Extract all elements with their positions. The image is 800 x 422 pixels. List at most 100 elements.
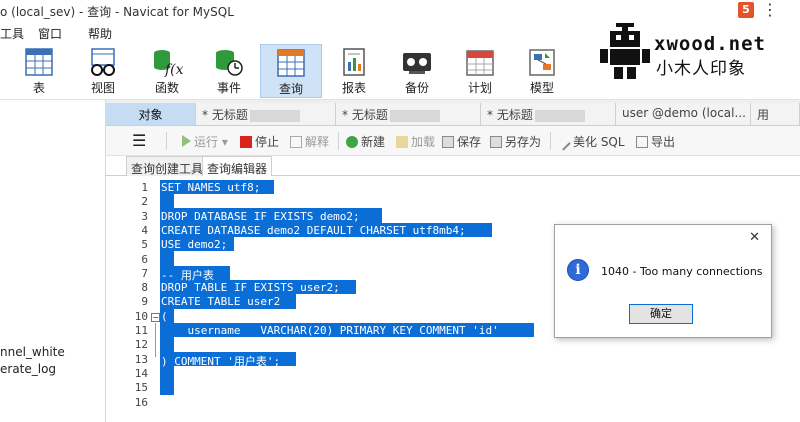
- menu-help[interactable]: 帮助: [88, 25, 112, 42]
- tool-report[interactable]: 报表: [323, 44, 385, 98]
- explain-label: 解释: [305, 135, 330, 149]
- navigation-panel: nnel_white erate_log: [0, 100, 106, 422]
- title-bar: o (local_sev) - 查询 - Navicat for MySQL: [0, 0, 800, 22]
- menu-tools[interactable]: 工具: [0, 25, 24, 42]
- more-icon[interactable]: ⋮: [762, 0, 778, 19]
- line-number: 15: [134, 381, 148, 394]
- explain-button[interactable]: 解释: [290, 133, 329, 150]
- folder-icon: [396, 136, 408, 148]
- tab-query-editor[interactable]: 查询编辑器: [202, 156, 273, 176]
- load-button[interactable]: 加载: [396, 133, 435, 150]
- tool-function[interactable]: f(x) 函数: [136, 44, 198, 98]
- line-number: 7: [141, 267, 148, 280]
- event-icon: [216, 50, 243, 76]
- fold-line: [155, 323, 156, 357]
- editor-toolbar: ☰ 运行 ▾ 停止 解释 新建 加载 保存 另存为 美化 SQL 导出: [106, 126, 800, 156]
- navicat-window: o (local_sev) - 查询 - Navicat for MySQL 工…: [0, 0, 800, 422]
- tab-more[interactable]: 用: [751, 103, 800, 125]
- line-number: 16: [134, 396, 148, 409]
- tool-backup[interactable]: 备份: [386, 44, 448, 98]
- line-number: 1: [141, 181, 148, 194]
- selection-highlight: [160, 380, 174, 395]
- stop-button[interactable]: 停止: [240, 133, 279, 150]
- function-icon: f(x): [154, 50, 183, 77]
- tab-query-editor-label: 查询编辑器: [207, 162, 268, 176]
- tab-label: 用: [757, 108, 770, 122]
- nav-item[interactable]: nnel_white: [0, 345, 65, 359]
- save-as-button[interactable]: 另存为: [490, 133, 541, 150]
- play-icon: [182, 135, 191, 147]
- tab-query-builder-label: 查询创建工具: [131, 162, 204, 176]
- code-line: USE demo2;: [161, 238, 228, 251]
- tool-function-label: 函数: [154, 81, 179, 95]
- save-button[interactable]: 保存: [442, 133, 481, 150]
- new-button[interactable]: 新建: [346, 133, 385, 150]
- tool-view-label: 视图: [90, 81, 115, 95]
- line-gutter: 1 2 3 4 5 6 7 8 9 10 11 12 13 14 15 16: [126, 176, 148, 422]
- tool-event[interactable]: 事件: [198, 44, 260, 98]
- explain-icon: [290, 136, 302, 148]
- redacted-block: [249, 109, 300, 122]
- ok-button[interactable]: 确定: [629, 304, 693, 324]
- save-label: 保存: [457, 135, 482, 149]
- menu-window[interactable]: 窗口: [38, 25, 62, 42]
- line-number: 9: [141, 295, 148, 308]
- html5-badge-icon[interactable]: 5: [738, 2, 754, 18]
- code-line: SET NAMES utf8;: [161, 181, 261, 194]
- line-number: 11: [134, 324, 148, 337]
- line-number: 4: [141, 224, 148, 237]
- redacted-block: [534, 109, 585, 122]
- tab-query-2[interactable]: * 无标题: [336, 103, 481, 125]
- selection-highlight: [160, 194, 174, 208]
- nav-item[interactable]: erate_log: [0, 362, 56, 376]
- divider: [550, 132, 551, 150]
- dialog-message: 1040 - Too many connections: [601, 265, 763, 278]
- magic-wand-icon: [559, 139, 571, 151]
- tool-report-label: 报表: [341, 81, 366, 95]
- line-number: 6: [141, 253, 148, 266]
- hamburger-menu-icon[interactable]: ☰: [132, 131, 146, 150]
- run-label: 运行: [194, 135, 219, 149]
- beautify-sql-button[interactable]: 美化 SQL: [559, 133, 625, 151]
- fold-toggle-icon[interactable]: −: [151, 313, 160, 322]
- tool-query-label: 查询: [278, 82, 303, 96]
- window-title: o (local_sev) - 查询 - Navicat for MySQL: [0, 5, 234, 19]
- tool-query[interactable]: 查询: [260, 44, 322, 98]
- tab-query-3[interactable]: * 无标题: [481, 103, 616, 125]
- tab-label: * 无标题: [202, 108, 248, 122]
- code-line: DROP TABLE IF EXISTS user2;: [161, 281, 340, 294]
- tab-query-builder[interactable]: 查询创建工具: [126, 156, 209, 176]
- export-button[interactable]: 导出: [636, 133, 675, 150]
- tool-view[interactable]: 视图: [72, 44, 134, 98]
- tool-schedule[interactable]: 计划: [449, 44, 511, 98]
- svg-text:f(x): f(x): [164, 62, 183, 77]
- view-icon: [91, 48, 115, 76]
- report-icon: [343, 48, 365, 76]
- tab-query-1[interactable]: * 无标题: [196, 103, 336, 125]
- line-number: 10: [134, 310, 148, 323]
- new-icon: [346, 136, 358, 148]
- tab-objects-label: 对象: [138, 108, 163, 122]
- code-line: username VARCHAR(20) PRIMARY KEY COMMENT…: [161, 324, 499, 337]
- tool-table-label: 表: [32, 81, 45, 95]
- beautify-sql-label: 美化 SQL: [573, 135, 625, 149]
- code-line: DROP DATABASE IF EXISTS demo2;: [161, 210, 360, 223]
- run-button[interactable]: 运行 ▾: [182, 133, 228, 150]
- tab-user-table[interactable]: user @demo (local...: [616, 103, 751, 125]
- code-line: ) COMMENT '用户表';: [161, 355, 281, 368]
- robot-logo-icon: [600, 23, 650, 79]
- error-dialog: ✕ i 1040 - Too many connections 确定: [554, 224, 772, 338]
- divider: [338, 132, 339, 150]
- line-number: 14: [134, 367, 148, 380]
- backup-icon: [403, 53, 431, 74]
- save-as-icon: [490, 136, 502, 148]
- code-line: CREATE TABLE user2: [161, 295, 281, 308]
- divider: [166, 132, 167, 150]
- tool-model[interactable]: 模型: [511, 44, 573, 98]
- stop-label: 停止: [255, 135, 280, 149]
- tab-objects[interactable]: 对象: [106, 103, 196, 125]
- tool-table[interactable]: 表: [8, 44, 70, 98]
- close-icon[interactable]: ✕: [749, 230, 760, 245]
- line-number: 2: [141, 195, 148, 208]
- tool-backup-label: 备份: [404, 81, 429, 95]
